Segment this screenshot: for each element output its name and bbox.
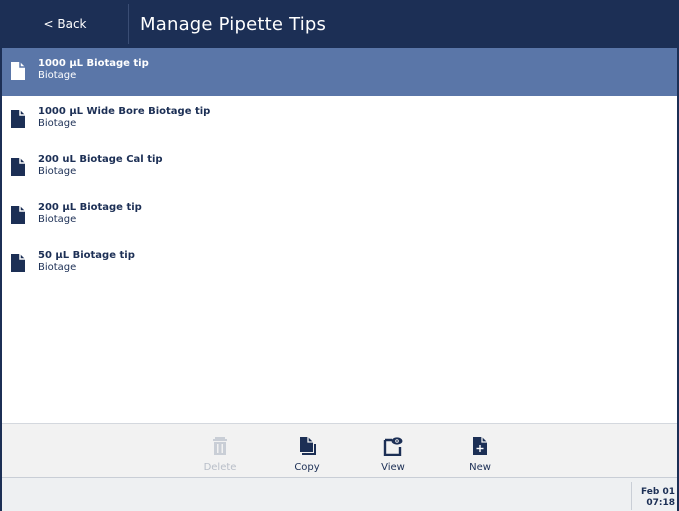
tip-name: 200 µL Biotage tip (38, 202, 142, 213)
tip-vendor: Biotage (38, 70, 77, 81)
tip-vendor: Biotage (38, 166, 77, 177)
copy-button[interactable]: Copy (277, 424, 337, 478)
pipette-tip-list: 1000 µL Biotage tip Biotage 1000 µL Wide… (2, 48, 677, 288)
document-icon (11, 158, 25, 176)
header-divider (128, 4, 129, 44)
new-document-icon (473, 437, 487, 455)
document-icon (11, 110, 25, 128)
trash-icon (213, 437, 227, 455)
clock-date: Feb 01 (641, 487, 675, 497)
list-item[interactable]: 50 µL Biotage tip Biotage (2, 240, 677, 288)
tip-name: 200 uL Biotage Cal tip (38, 154, 163, 165)
copy-icon (300, 437, 316, 455)
header-bar: < Back Manage Pipette Tips (2, 0, 677, 48)
tip-name: 1000 µL Biotage tip (38, 58, 149, 69)
back-button[interactable]: < Back (2, 0, 128, 48)
document-icon (11, 254, 25, 272)
view-label: View (381, 462, 405, 473)
clock-time: 07:18 (646, 498, 675, 508)
list-item[interactable]: 1000 µL Wide Bore Biotage tip Biotage (2, 96, 677, 144)
app-window: < Back Manage Pipette Tips 1000 µL Biota… (0, 0, 679, 511)
action-toolbar: Delete Copy View New (2, 423, 677, 477)
document-icon (11, 206, 25, 224)
tip-vendor: Biotage (38, 262, 77, 273)
tip-name: 1000 µL Wide Bore Biotage tip (38, 106, 211, 117)
clock: Feb 01 07:18 (641, 487, 675, 509)
tip-vendor: Biotage (38, 214, 77, 225)
list-item[interactable]: 1000 µL Biotage tip Biotage (2, 48, 677, 96)
tip-vendor: Biotage (38, 118, 77, 129)
view-button[interactable]: View (363, 424, 423, 478)
list-item[interactable]: 200 µL Biotage tip Biotage (2, 192, 677, 240)
status-bar: Feb 01 07:18 (2, 477, 677, 511)
delete-button[interactable]: Delete (190, 424, 250, 478)
copy-label: Copy (294, 462, 320, 473)
new-button[interactable]: New (450, 424, 510, 478)
view-icon (383, 437, 403, 456)
list-item[interactable]: 200 uL Biotage Cal tip Biotage (2, 144, 677, 192)
new-label: New (469, 462, 491, 473)
page-title: Manage Pipette Tips (140, 14, 327, 35)
clock-divider (631, 482, 632, 510)
document-icon (11, 62, 25, 80)
tip-name: 50 µL Biotage tip (38, 250, 135, 261)
delete-label: Delete (203, 462, 237, 473)
